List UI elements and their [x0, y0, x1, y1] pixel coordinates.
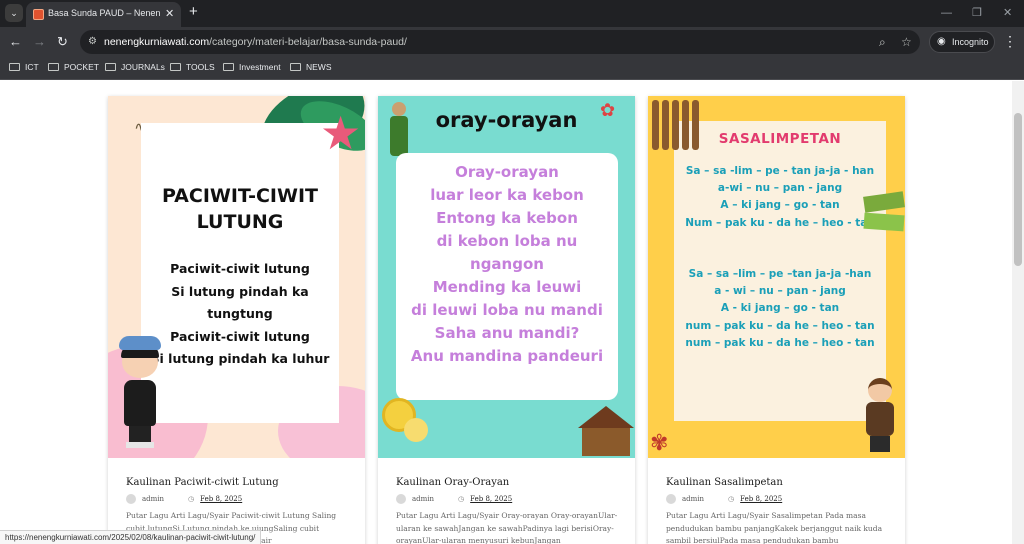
- reload-icon[interactable]: ↻: [57, 34, 68, 50]
- active-tab[interactable]: Basa Sunda PAUD – Neneng Ku ✕: [26, 2, 181, 27]
- lyrics-panel: Oray-orayan luar leor ka kebon Entong ka…: [396, 153, 618, 400]
- author-link[interactable]: admin: [682, 495, 704, 503]
- song-lyrics: Paciwit-ciwit lutung Si lutung pindah ka…: [150, 261, 330, 367]
- traditional-house-illustration: [578, 406, 634, 458]
- child-character-illustration: [116, 336, 164, 454]
- post-excerpt: Putar Lagu Arti Lagu/Syair Sasalimpetan …: [666, 511, 883, 544]
- post-date-link[interactable]: Feb 8, 2025: [470, 495, 512, 503]
- bookmark-star-icon[interactable]: ☆: [901, 35, 912, 49]
- post-meta: admin ◷ Feb 8, 2025: [126, 494, 242, 504]
- site-info-icon[interactable]: ⚙: [88, 36, 97, 47]
- angklung-icon: [648, 96, 710, 152]
- new-tab-icon[interactable]: +: [189, 4, 198, 20]
- child-character-illustration: [860, 378, 900, 454]
- close-window-icon[interactable]: ✕: [1003, 6, 1012, 20]
- post-excerpt: Putar Lagu Arti Lagu/Syair Oray-orayan O…: [396, 511, 618, 544]
- bookmark-folder-investment[interactable]: Investment: [223, 62, 281, 72]
- incognito-indicator[interactable]: ◉ Incognito: [929, 31, 995, 53]
- bookmark-folder-journals[interactable]: JOURNALs: [105, 62, 165, 72]
- bookmark-folder-pocket[interactable]: POCKET: [48, 62, 99, 72]
- song-lyrics-stanza-1: Sa – sa -lim – pe - tan ja-ja - han a-wi…: [685, 165, 875, 229]
- post-card[interactable]: ∿∿ PACIWIT-CIWIT LUTUNG Paciwit-ciwit lu…: [108, 96, 365, 544]
- bookmark-folder-ict[interactable]: ICT: [9, 62, 39, 72]
- forward-arrow-icon[interactable]: →: [33, 34, 46, 50]
- back-arrow-icon[interactable]: ←: [9, 34, 22, 50]
- bookmarks-bar: ICT POCKET JOURNALs TOOLS Investment NEW…: [0, 57, 1024, 80]
- scrollbar-thumb[interactable]: [1014, 113, 1022, 266]
- folder-icon: [290, 63, 301, 71]
- page-scrollbar[interactable]: [1012, 81, 1024, 544]
- song-lyrics-stanza-2: Sa – sa –lim – pe –tan ja-ja -han a - wi…: [685, 268, 875, 349]
- close-tab-icon[interactable]: ✕: [165, 7, 174, 21]
- post-meta: admin ◷ Feb 8, 2025: [666, 494, 782, 504]
- browser-toolbar: ← → ↻ ⚙ nenengkurniawati.com/category/ma…: [0, 27, 1024, 57]
- address-bar[interactable]: ⚙ nenengkurniawati.com/category/materi-b…: [80, 30, 920, 54]
- author-link[interactable]: admin: [412, 495, 434, 503]
- browser-menu-icon[interactable]: ⋮: [1003, 33, 1017, 49]
- author-avatar: [666, 494, 676, 504]
- post-title-link[interactable]: Kaulinan Oray-Orayan: [396, 477, 509, 488]
- author-avatar: [396, 494, 406, 504]
- post-title-link[interactable]: Kaulinan Paciwit-ciwit Lutung: [126, 477, 279, 488]
- folder-icon: [105, 63, 116, 71]
- tab-strip: ⌄ Basa Sunda PAUD – Neneng Ku ✕ + — ❐ ✕: [0, 0, 1024, 27]
- post-meta: admin ◷ Feb 8, 2025: [396, 494, 512, 504]
- author-link[interactable]: admin: [142, 495, 164, 503]
- restore-icon[interactable]: ❐: [972, 6, 982, 20]
- sunflower-icon: [404, 418, 428, 442]
- washi-tape-decoration: [863, 212, 905, 232]
- post-card[interactable]: ✿ oray-orayan Oray-orayan luar leor ka k…: [378, 96, 635, 544]
- song-heading: PACIWIT-CIWIT LUTUNG: [162, 185, 318, 233]
- zoom-icon[interactable]: ⌕: [879, 35, 886, 49]
- starfish-icon: ★: [320, 107, 362, 159]
- folder-icon: [223, 63, 234, 71]
- post-date-link[interactable]: Feb 8, 2025: [200, 495, 242, 503]
- tab-search-button[interactable]: ⌄: [5, 4, 23, 22]
- post-date-link[interactable]: Feb 8, 2025: [740, 495, 782, 503]
- bookmark-folder-news[interactable]: NEWS: [290, 62, 332, 72]
- incognito-label: Incognito: [952, 37, 989, 47]
- minimize-icon[interactable]: —: [941, 6, 952, 20]
- flower-decoration-icon: ✾: [650, 430, 669, 455]
- post-thumbnail[interactable]: ∿∿ PACIWIT-CIWIT LUTUNG Paciwit-ciwit lu…: [108, 96, 365, 458]
- folder-icon: [9, 63, 20, 71]
- page-content: ∿∿ PACIWIT-CIWIT LUTUNG Paciwit-ciwit lu…: [0, 81, 1012, 544]
- post-card[interactable]: SASALIMPETAN Sa – sa -lim – pe - tan ja-…: [648, 96, 905, 544]
- url-text[interactable]: nenengkurniawati.com/category/materi-bel…: [104, 36, 407, 48]
- link-preview-status: https://nenengkurniawati.com/2025/02/08/…: [0, 530, 262, 544]
- post-thumbnail[interactable]: ✿ oray-orayan Oray-orayan luar leor ka k…: [378, 96, 635, 458]
- lyrics-panel: SASALIMPETAN Sa – sa -lim – pe - tan ja-…: [674, 121, 886, 421]
- song-heading: oray-orayan: [435, 108, 578, 132]
- bookmark-folder-tools[interactable]: TOOLS: [170, 62, 215, 72]
- post-title-link[interactable]: Kaulinan Sasalimpetan: [666, 477, 783, 488]
- clock-icon: ◷: [458, 495, 465, 503]
- tab-title: Basa Sunda PAUD – Neneng Ku: [48, 8, 160, 18]
- incognito-icon: ◉: [937, 36, 946, 47]
- site-favicon-icon: [33, 9, 44, 20]
- folder-icon: [170, 63, 181, 71]
- folder-icon: [48, 63, 59, 71]
- clock-icon: ◷: [188, 495, 195, 503]
- lyrics-panel: PACIWIT-CIWIT LUTUNG Paciwit-ciwit lutun…: [141, 123, 339, 423]
- song-lyrics: Oray-orayan luar leor ka kebon Entong ka…: [410, 163, 604, 365]
- author-avatar: [126, 494, 136, 504]
- clock-icon: ◷: [728, 495, 735, 503]
- post-thumbnail[interactable]: SASALIMPETAN Sa – sa -lim – pe - tan ja-…: [648, 96, 905, 458]
